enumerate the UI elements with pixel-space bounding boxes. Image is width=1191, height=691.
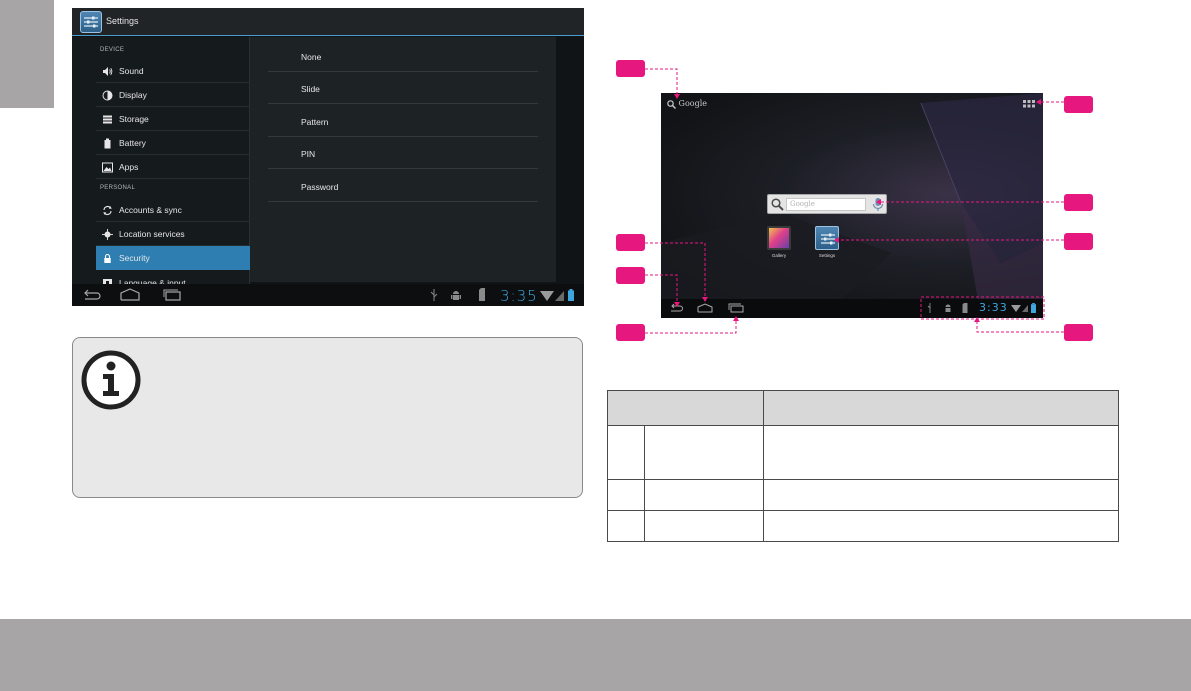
search-placeholder: Google bbox=[790, 200, 815, 208]
settings-item-security[interactable]: Security bbox=[96, 246, 250, 270]
table-divider bbox=[644, 426, 645, 541]
callout-badge bbox=[616, 324, 645, 341]
table-header-row bbox=[608, 391, 1118, 426]
system-bar: 3:35 bbox=[72, 284, 584, 306]
lock-option-password[interactable]: Password bbox=[268, 170, 538, 202]
signal-icon bbox=[1022, 305, 1028, 312]
battery-icon bbox=[104, 138, 111, 149]
info-icon bbox=[81, 350, 141, 410]
settings-item-label: Apps bbox=[119, 162, 139, 172]
wifi-icon bbox=[540, 291, 554, 301]
lock-option-label: PIN bbox=[301, 149, 316, 159]
google-search-shortcut[interactable]: Google bbox=[667, 99, 707, 109]
apps-icon bbox=[102, 162, 113, 173]
lock-option-label: Password bbox=[301, 182, 339, 192]
back-icon[interactable] bbox=[669, 303, 684, 313]
microphone-icon[interactable] bbox=[872, 197, 884, 212]
gallery-icon bbox=[767, 226, 791, 250]
lock-option-pattern[interactable]: Pattern bbox=[268, 105, 538, 137]
table-row-divider bbox=[608, 510, 1118, 511]
table-divider bbox=[763, 391, 764, 541]
sd-card-icon bbox=[479, 288, 485, 301]
settings-item-accounts[interactable]: Accounts & sync bbox=[96, 198, 250, 222]
callout-badge bbox=[1064, 96, 1093, 113]
settings-item-label: Storage bbox=[119, 114, 149, 124]
location-icon bbox=[102, 229, 113, 240]
settings-item-display[interactable]: Display bbox=[96, 83, 250, 107]
settings-app-icon[interactable] bbox=[80, 11, 102, 33]
settings-item-battery[interactable]: Battery bbox=[96, 131, 250, 155]
settings-screenshot: Settings DEVICE Sound Display Storage Ba… bbox=[72, 8, 584, 306]
callout-badge bbox=[616, 60, 645, 77]
lock-option-label: None bbox=[301, 52, 322, 62]
settings-item-storage[interactable]: Storage bbox=[96, 107, 250, 131]
recent-apps-icon[interactable] bbox=[162, 288, 182, 301]
manual-page: Settings DEVICE Sound Display Storage Ba… bbox=[0, 0, 1191, 691]
battery-status-icon bbox=[1031, 303, 1036, 313]
app-label: Settings bbox=[818, 253, 836, 258]
search-icon bbox=[771, 198, 784, 211]
settings-item-label: Accounts & sync bbox=[119, 205, 182, 215]
callout-badge bbox=[1064, 194, 1093, 211]
sync-icon bbox=[103, 206, 112, 215]
usb-icon bbox=[927, 303, 931, 313]
table-row-divider bbox=[608, 479, 1118, 480]
app-label: Gallery bbox=[771, 253, 787, 258]
google-label: Google bbox=[678, 99, 707, 108]
action-bar: Settings bbox=[72, 8, 584, 36]
lock-icon bbox=[104, 253, 111, 263]
app-gallery[interactable]: Gallery bbox=[764, 226, 794, 258]
home-icon[interactable] bbox=[120, 288, 140, 301]
callout-description-table bbox=[607, 390, 1119, 542]
callout-badge bbox=[1064, 233, 1093, 250]
speaker-icon bbox=[103, 67, 113, 76]
settings-icon bbox=[815, 226, 839, 250]
settings-category-list: DEVICE Sound Display Storage Battery App… bbox=[72, 37, 250, 295]
lock-option-label: Slide bbox=[301, 84, 320, 94]
footer-band bbox=[0, 619, 1191, 691]
home-system-bar: 3:33 bbox=[661, 299, 1043, 318]
lock-option-label: Pattern bbox=[301, 117, 329, 127]
recent-apps-icon[interactable] bbox=[728, 303, 744, 313]
signal-icon bbox=[555, 291, 564, 301]
storage-icon bbox=[103, 115, 112, 124]
settings-title: Settings bbox=[106, 16, 139, 26]
status-clock: 3:35 bbox=[500, 287, 538, 305]
callout-badge bbox=[616, 267, 645, 284]
settings-item-label: Location services bbox=[119, 229, 185, 239]
language-tab bbox=[0, 0, 54, 108]
settings-item-label: Security bbox=[119, 253, 150, 263]
settings-item-label: Display bbox=[119, 90, 147, 100]
app-settings[interactable]: Settings bbox=[812, 226, 842, 258]
settings-item-apps[interactable]: Apps bbox=[96, 155, 250, 179]
callout-badge bbox=[1064, 324, 1093, 341]
callout-badge bbox=[616, 234, 645, 251]
usb-icon bbox=[430, 289, 438, 301]
settings-item-label: Sound bbox=[119, 66, 144, 76]
wifi-icon bbox=[1011, 305, 1021, 312]
sd-card-icon bbox=[962, 303, 968, 313]
back-icon[interactable] bbox=[82, 289, 102, 301]
google-search-widget[interactable]: Google bbox=[767, 194, 887, 214]
display-icon bbox=[102, 90, 113, 101]
lock-option-pin[interactable]: PIN bbox=[268, 137, 538, 169]
home-screenshot: Google Google Gallery Settings 3:33 bbox=[661, 93, 1043, 318]
section-device: DEVICE bbox=[100, 47, 125, 53]
all-apps-icon[interactable] bbox=[1023, 100, 1035, 108]
search-input[interactable]: Google bbox=[786, 198, 866, 211]
screen-lock-options: None Slide Pattern PIN Password bbox=[250, 37, 556, 282]
android-debug-icon bbox=[945, 304, 951, 312]
settings-item-sound[interactable]: Sound bbox=[96, 59, 250, 83]
battery-status-icon bbox=[568, 289, 574, 301]
section-personal: PERSONAL bbox=[100, 185, 136, 191]
status-clock: 3:33 bbox=[979, 301, 1008, 314]
settings-item-location[interactable]: Location services bbox=[96, 222, 250, 246]
lock-option-none[interactable]: None bbox=[268, 40, 538, 72]
search-icon bbox=[667, 99, 676, 109]
settings-item-label: Battery bbox=[119, 138, 146, 148]
home-icon[interactable] bbox=[697, 303, 713, 313]
lock-option-slide[interactable]: Slide bbox=[268, 72, 538, 104]
android-debug-icon bbox=[451, 291, 461, 300]
info-note bbox=[72, 337, 583, 498]
